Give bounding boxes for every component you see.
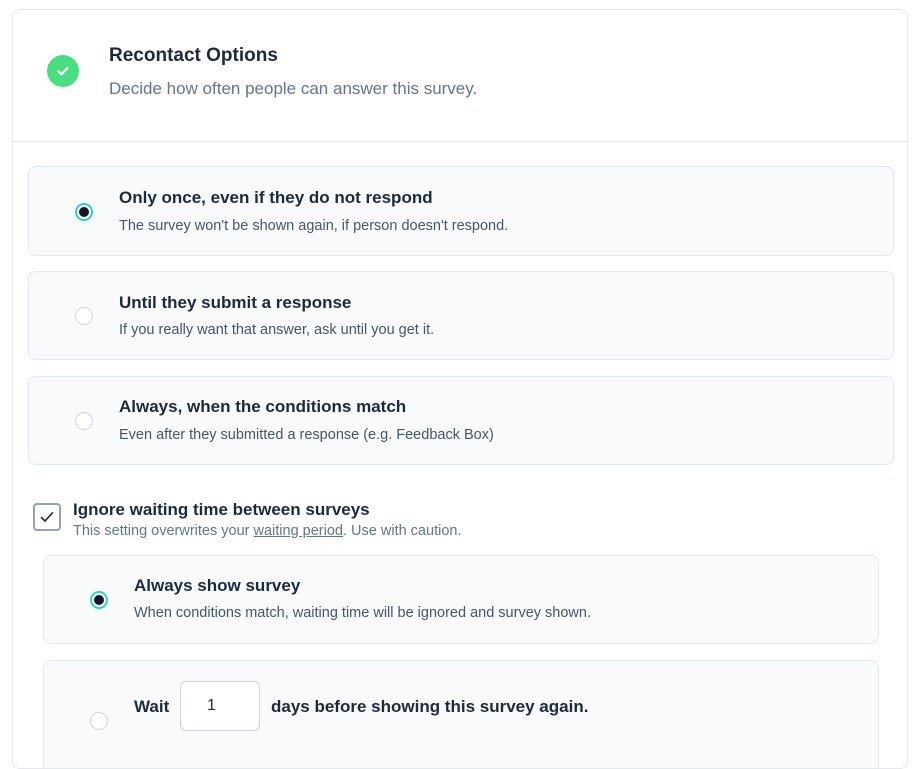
wait-prefix: Wait <box>134 697 170 716</box>
option-until-submit[interactable]: Until they submit a response If you real… <box>28 271 894 360</box>
radio-always-show[interactable] <box>90 591 108 609</box>
option-wait-days[interactable]: Wait days before showing this survey aga… <box>43 660 879 768</box>
desc-suffix: . Use with caution. <box>343 523 462 539</box>
days-input[interactable] <box>180 681 260 731</box>
radio-until-submit[interactable] <box>75 307 93 325</box>
panel-subtitle: Decide how often people can answer this … <box>109 79 478 98</box>
option-description: When conditions match, waiting time will… <box>134 605 591 621</box>
desc-prefix: This setting overwrites your <box>73 523 254 539</box>
option-title: Always show survey <box>134 576 301 595</box>
option-description: Even after they submitted a response (e.… <box>119 427 494 443</box>
option-only-once[interactable]: Only once, even if they do not respond T… <box>28 166 894 256</box>
panel-title: Recontact Options <box>109 45 278 66</box>
radio-only-once[interactable] <box>75 203 93 221</box>
option-title: Until they submit a response <box>119 293 352 312</box>
option-description: The survey won't be shown again, if pers… <box>119 218 509 234</box>
checkmark-icon <box>40 511 54 522</box>
check-circle-icon <box>47 55 79 87</box>
ignore-waiting-checkbox[interactable] <box>33 503 61 531</box>
wait-suffix: days before showing this survey again. <box>271 697 589 716</box>
option-always-show-survey[interactable]: Always show survey When conditions match… <box>43 555 879 644</box>
option-always[interactable]: Always, when the conditions match Even a… <box>28 376 894 465</box>
radio-always[interactable] <box>75 412 93 430</box>
panel-header[interactable]: Recontact Options Decide how often peopl… <box>13 10 907 142</box>
waiting-period-link[interactable]: waiting period <box>254 523 343 539</box>
option-title: Only once, even if they do not respond <box>119 188 433 207</box>
recontact-options-panel: Recontact Options Decide how often peopl… <box>12 9 908 769</box>
ignore-waiting-description: This setting overwrites your waiting per… <box>73 523 461 539</box>
radio-wait-days[interactable] <box>90 712 108 730</box>
ignore-waiting-label[interactable]: Ignore waiting time between surveys <box>73 500 370 520</box>
option-title: Always, when the conditions match <box>119 397 407 416</box>
option-description: If you really want that answer, ask unti… <box>119 322 435 338</box>
